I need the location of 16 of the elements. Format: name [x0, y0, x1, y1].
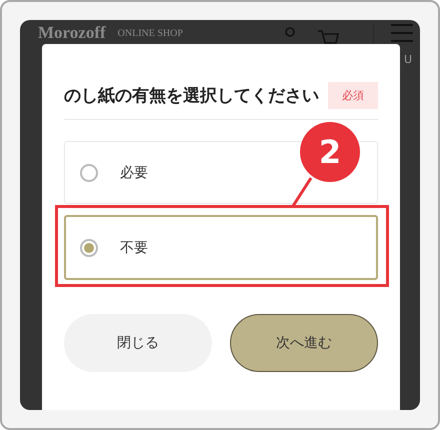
leader-line — [290, 177, 314, 207]
close-button[interactable]: 閉じる — [64, 314, 212, 372]
option-label: 必要 — [120, 164, 148, 182]
radio-option[interactable]: 不要 — [64, 215, 378, 280]
required-badge: 必須 — [328, 82, 378, 109]
cart-icon[interactable] — [316, 29, 339, 47]
radio-icon[interactable] — [80, 164, 98, 182]
option-label: 不要 — [120, 238, 148, 256]
dialog-title: のし紙の有無を選択してください — [64, 85, 319, 107]
menu-icon[interactable] — [390, 23, 414, 43]
menu-label: U — [404, 53, 413, 66]
radio-icon[interactable] — [80, 238, 98, 256]
next-button[interactable]: 次へ進む — [230, 314, 378, 372]
logo[interactable]: Morozoff — [38, 23, 106, 42]
shop-label: ONLINE SHOP — [118, 28, 183, 40]
step-number-badge: 2 — [300, 122, 360, 182]
